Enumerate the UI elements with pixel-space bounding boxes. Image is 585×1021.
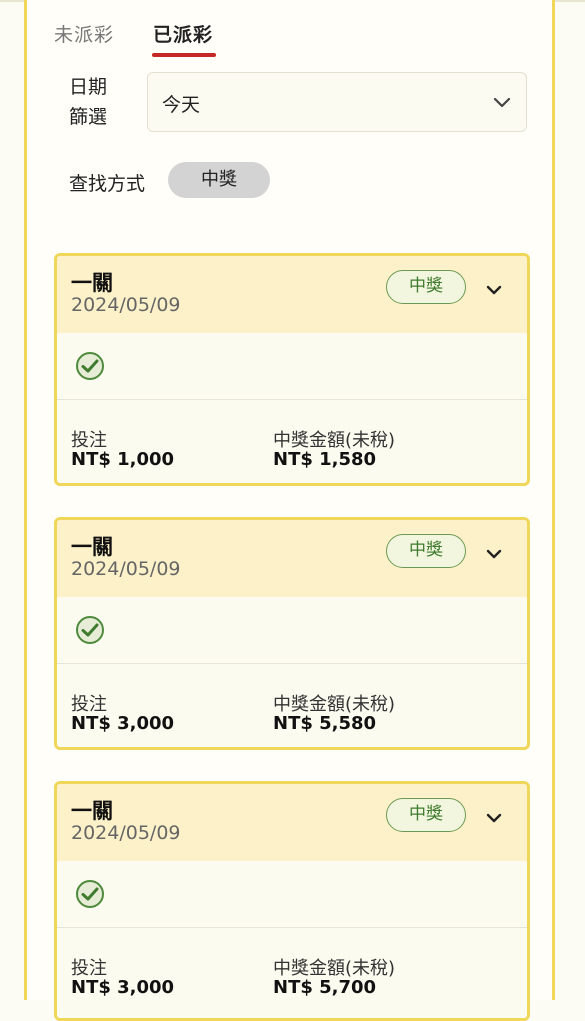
chevron-down-icon[interactable]: [485, 809, 503, 827]
bet-amount-value: NT$ 1,000: [71, 449, 175, 470]
card-divider: [57, 663, 527, 664]
winnings-value: NT$ 5,580: [273, 713, 377, 734]
tab-settled[interactable]: 已派彩: [153, 20, 213, 47]
bet-card-header: 一關 2024/05/09 中獎: [57, 784, 527, 861]
winnings-value: NT$ 5,700: [273, 977, 377, 998]
date-filter-label: 日期 篩選: [69, 72, 117, 132]
date-filter-label-line2: 篩選: [69, 106, 108, 128]
status-badge: 中獎: [386, 534, 466, 568]
search-method-label: 查找方式: [69, 173, 146, 195]
chevron-down-icon[interactable]: [485, 281, 503, 299]
winnings-value: NT$ 1,580: [273, 449, 377, 470]
check-circle-icon: [76, 352, 104, 380]
status-badge: 中獎: [386, 270, 466, 304]
date-filter-select[interactable]: 今天: [147, 72, 527, 132]
bet-card-title: 一關: [71, 535, 113, 559]
search-method-chip-win[interactable]: 中獎: [168, 162, 270, 198]
chevron-down-icon: [493, 97, 511, 108]
bet-card[interactable]: 一關 2024/05/09 中獎 投注 中獎金額(未稅) NT$ 3,000 N…: [54, 517, 530, 750]
tab-unsettled[interactable]: 未派彩: [54, 20, 114, 47]
bet-amount-value: NT$ 3,000: [71, 977, 175, 998]
bet-card-date: 2024/05/09: [71, 558, 181, 580]
status-badge: 中獎: [386, 798, 466, 832]
bet-card-header: 一關 2024/05/09 中獎: [57, 520, 527, 597]
bet-card-title: 一關: [71, 271, 113, 295]
bet-card-date: 2024/05/09: [71, 822, 181, 844]
check-circle-icon: [76, 616, 104, 644]
chevron-down-icon[interactable]: [485, 545, 503, 563]
bet-card-date: 2024/05/09: [71, 294, 181, 316]
check-circle-icon: [76, 880, 104, 908]
bet-card-title: 一關: [71, 799, 113, 823]
bet-amount-value: NT$ 3,000: [71, 713, 175, 734]
card-divider: [57, 399, 527, 400]
bet-card[interactable]: 一關 2024/05/09 中獎 投注 中獎金額(未稅) NT$ 1,000 N…: [54, 253, 530, 486]
active-tab-indicator: [152, 53, 216, 57]
bet-card[interactable]: 一關 2024/05/09 中獎 投注 中獎金額(未稅) NT$ 3,000 N…: [54, 781, 530, 1021]
date-filter-label-line1: 日期: [69, 76, 108, 98]
bet-card-header: 一關 2024/05/09 中獎: [57, 256, 527, 333]
card-divider: [57, 927, 527, 928]
date-filter-value: 今天: [162, 94, 201, 116]
